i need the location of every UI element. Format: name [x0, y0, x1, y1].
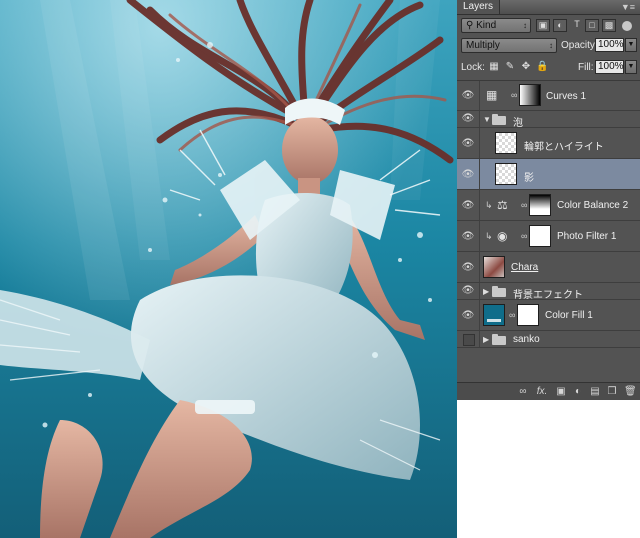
document-canvas[interactable] [0, 0, 457, 538]
layer-row[interactable]: 👁 Chara [457, 252, 640, 283]
chevron-down-icon[interactable]: ▼ [483, 115, 491, 124]
eye-icon[interactable]: 👁 [461, 284, 475, 298]
clipping-mask-arrow-icon: ↳ [485, 200, 493, 210]
clipping-mask-arrow-icon: ↳ [485, 231, 493, 241]
layer-name: 泡 [513, 118, 523, 129]
layers-panel: Layers ▼≡ ⚲ Kind ↕ ▣ ◐ T □ ▩ Multiply ↕ … [457, 0, 640, 400]
lock-label: Lock: [461, 62, 485, 73]
lock-transparent-pixels-icon[interactable]: ▦ [488, 61, 500, 73]
layer-row[interactable]: 👁 ↳ ◉ ∞ Photo Filter 1 [457, 221, 640, 252]
blend-mode-dropdown[interactable]: Multiply ↕ [461, 38, 557, 53]
layer-thumbnail[interactable] [495, 132, 517, 154]
visibility-off-box[interactable] [463, 334, 475, 346]
layer-name: Photo Filter 1 [557, 231, 617, 242]
fill-slider-toggle[interactable]: ▼ [625, 60, 637, 74]
layer-name: 影 [524, 173, 534, 184]
search-icon: ⚲ [466, 20, 474, 31]
trash-icon[interactable]: 🗑 [624, 386, 637, 397]
add-mask-icon[interactable]: ▣ [556, 386, 566, 397]
mask-link-icon[interactable]: ∞ [521, 200, 527, 210]
panel-tab-layers[interactable]: Layers [457, 0, 501, 14]
underwater-illustration [0, 0, 457, 538]
lock-all-icon[interactable]: 🔒 [536, 61, 548, 73]
color-balance-icon: ⚖ [497, 198, 508, 212]
eye-icon[interactable]: 👁 [461, 112, 475, 126]
panel-menu-icon[interactable]: ▼≡ [621, 2, 635, 12]
layer-filter-value: Kind [476, 20, 497, 31]
layer-row-selected[interactable]: 👁 影 [457, 159, 640, 190]
layer-row[interactable]: 👁 ∞ Color Fill 1 [457, 300, 640, 331]
mask-link-icon[interactable]: ∞ [509, 310, 515, 320]
layer-row[interactable]: 👁 ▦ ∞ Curves 1 [457, 81, 640, 111]
chevron-right-icon[interactable]: ▶ [483, 335, 489, 344]
layer-mask-thumbnail[interactable] [519, 84, 541, 106]
opacity-label: Opacity: [561, 40, 598, 51]
layer-name: 背景エフェクト [513, 290, 583, 301]
fx-icon[interactable]: fx. [535, 386, 549, 397]
layer-row[interactable]: 👁 ↳ ⚖ ∞ Color Balance 2 [457, 190, 640, 221]
opacity-field[interactable]: 100% [595, 38, 624, 52]
layer-name: Color Balance 2 [557, 200, 629, 211]
panel-footer-toolbar: ∞ fx. ▣ ◐ ▤ ❒ 🗑 [457, 382, 640, 400]
new-adjustment-icon[interactable]: ◐ [573, 386, 583, 397]
smart-object-filter-icon[interactable]: ▩ [602, 19, 616, 32]
folder-icon [492, 286, 506, 297]
layer-thumbnail[interactable] [495, 163, 517, 185]
fill-field[interactable]: 100% [595, 60, 624, 74]
layer-group-row[interactable]: ▶ sanko [457, 331, 640, 348]
updown-arrows-icon: ↕ [523, 21, 527, 30]
lock-position-icon[interactable]: ✥ [520, 61, 532, 73]
opacity-slider-toggle[interactable]: ▼ [625, 38, 637, 52]
eye-icon[interactable]: 👁 [461, 230, 475, 244]
eye-icon[interactable]: 👁 [461, 168, 475, 182]
mask-link-icon[interactable]: ∞ [521, 231, 527, 241]
lock-image-pixels-icon[interactable]: ✎ [504, 61, 516, 73]
fill-swatch-thumbnail[interactable] [483, 304, 505, 326]
layer-name: Curves 1 [546, 91, 587, 102]
photo-filter-icon: ◉ [497, 229, 508, 243]
shape-filter-icon[interactable]: □ [585, 19, 599, 32]
layer-group-row[interactable]: 👁 ▼ 泡 [457, 111, 640, 129]
updown-arrows-icon: ↕ [549, 41, 553, 50]
link-layers-icon[interactable]: ∞ [518, 386, 528, 397]
eye-icon[interactable]: 👁 [461, 137, 475, 151]
eye-icon[interactable]: 👁 [461, 199, 475, 213]
layer-name: Chara [511, 262, 539, 273]
layer-name: sanko [513, 334, 540, 345]
layer-name: 輪郭とハイライト [524, 142, 604, 153]
eye-icon[interactable]: 👁 [461, 89, 475, 103]
adjustment-filter-icon[interactable]: ◐ [553, 19, 567, 32]
panel-header: Layers ▼≡ [457, 0, 640, 15]
blend-mode-value: Multiply [466, 40, 500, 51]
curves-icon: ▦ [486, 88, 498, 102]
folder-icon [492, 114, 506, 125]
type-filter-icon[interactable]: T [570, 19, 584, 32]
chevron-right-icon[interactable]: ▶ [483, 287, 489, 296]
layer-group-row[interactable]: 👁 ▶ 背景エフェクト [457, 283, 640, 301]
filter-toggle-icon[interactable] [622, 21, 632, 31]
layers-list: 👁 ▦ ∞ Curves 1 👁 ▼ 泡 👁 輪郭とハイライト 👁 影 👁 ↳ … [457, 80, 640, 383]
layer-name: Color Fill 1 [545, 310, 593, 321]
mask-link-icon[interactable]: ∞ [511, 90, 517, 100]
layer-filter-dropdown[interactable]: ⚲ Kind ↕ [461, 18, 531, 33]
layer-mask-thumbnail[interactable] [517, 304, 539, 326]
image-filter-icon[interactable]: ▣ [536, 19, 550, 32]
layer-thumbnail[interactable] [483, 256, 505, 278]
folder-icon [492, 334, 506, 345]
layer-mask-thumbnail[interactable] [529, 194, 551, 216]
fill-label: Fill: [578, 62, 594, 73]
new-layer-icon[interactable]: ❒ [607, 386, 617, 397]
eye-icon[interactable]: 👁 [461, 261, 475, 275]
new-group-icon[interactable]: ▤ [590, 386, 600, 397]
layer-row[interactable]: 👁 輪郭とハイライト [457, 128, 640, 159]
eye-icon[interactable]: 👁 [461, 309, 475, 323]
layer-mask-thumbnail[interactable] [529, 225, 551, 247]
